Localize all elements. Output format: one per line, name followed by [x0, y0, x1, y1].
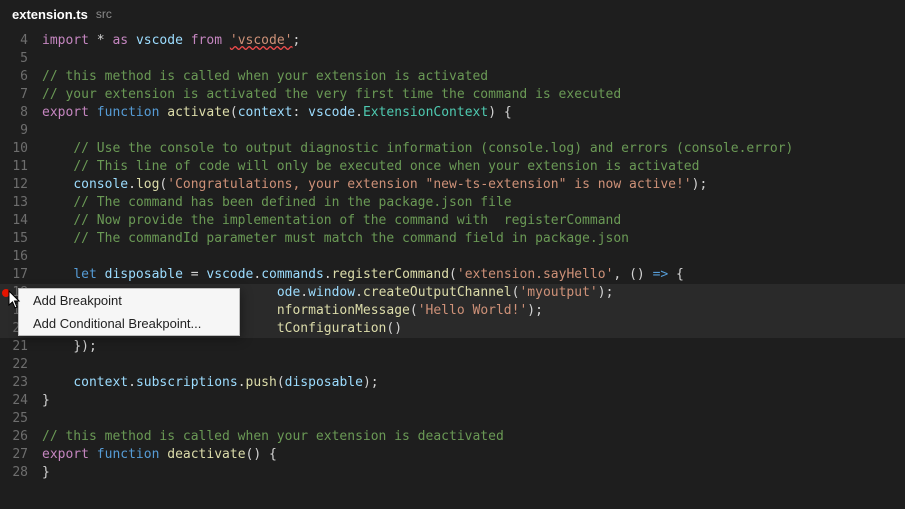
line-number[interactable]: 6 — [0, 68, 42, 86]
line-number[interactable]: 15 — [0, 230, 42, 248]
line-number[interactable]: 5 — [0, 50, 42, 68]
code-text[interactable]: } — [42, 464, 905, 482]
line-number[interactable]: 11 — [0, 158, 42, 176]
code-text[interactable]: import * as vscode from 'vscode'; — [42, 32, 905, 50]
code-text[interactable] — [42, 50, 905, 68]
code-line[interactable]: 22 — [0, 356, 905, 374]
gutter-context-menu[interactable]: Add Breakpoint Add Conditional Breakpoin… — [18, 288, 240, 336]
code-line[interactable]: 7 // your extension is activated the ver… — [0, 86, 905, 104]
code-line[interactable]: 23 context.subscriptions.push(disposable… — [0, 374, 905, 392]
line-number[interactable]: 16 — [0, 248, 42, 266]
line-number[interactable]: 27 — [0, 446, 42, 464]
code-text[interactable]: } — [42, 392, 905, 410]
code-line[interactable]: 13 // The command has been defined in th… — [0, 194, 905, 212]
line-number[interactable]: 8 — [0, 104, 42, 122]
code-text[interactable] — [42, 248, 905, 266]
line-number[interactable]: 7 — [0, 86, 42, 104]
line-number[interactable]: 23 — [0, 374, 42, 392]
breakpoint-dot-icon[interactable] — [2, 289, 10, 297]
line-number[interactable]: 4 — [0, 32, 42, 50]
menu-item-add-conditional-breakpoint[interactable]: Add Conditional Breakpoint... — [19, 312, 239, 335]
code-text[interactable]: // This line of code will only be execut… — [42, 158, 905, 176]
code-line[interactable]: 14 // Now provide the implementation of … — [0, 212, 905, 230]
code-line[interactable]: 27 export function deactivate() { — [0, 446, 905, 464]
code-text[interactable]: // your extension is activated the very … — [42, 86, 905, 104]
line-number[interactable]: 14 — [0, 212, 42, 230]
code-text[interactable]: context.subscriptions.push(disposable); — [42, 374, 905, 392]
tab-folder: src — [96, 7, 112, 21]
line-number[interactable]: 13 — [0, 194, 42, 212]
code-line[interactable]: 9 — [0, 122, 905, 140]
editor-tab-bar: extension.ts src — [0, 0, 905, 28]
code-line[interactable]: 24 } — [0, 392, 905, 410]
line-number[interactable]: 17 — [0, 266, 42, 284]
code-line[interactable]: 5 — [0, 50, 905, 68]
code-text[interactable] — [42, 356, 905, 374]
code-editor[interactable]: 4 import * as vscode from 'vscode'; 5 6 … — [0, 28, 905, 482]
code-text[interactable]: let disposable = vscode.commands.registe… — [42, 266, 905, 284]
code-line[interactable]: 12 console.log('Congratulations, your ex… — [0, 176, 905, 194]
line-number[interactable]: 26 — [0, 428, 42, 446]
code-line[interactable]: 16 — [0, 248, 905, 266]
line-number[interactable]: 28 — [0, 464, 42, 482]
code-text[interactable]: // this method is called when your exten… — [42, 68, 905, 86]
code-line[interactable]: 10 // Use the console to output diagnost… — [0, 140, 905, 158]
code-text[interactable]: export function activate(context: vscode… — [42, 104, 905, 122]
code-line[interactable]: 4 import * as vscode from 'vscode'; — [0, 32, 905, 50]
line-number[interactable]: 9 — [0, 122, 42, 140]
line-number[interactable]: 22 — [0, 356, 42, 374]
code-text[interactable]: // The commandId parameter must match th… — [42, 230, 905, 248]
code-text[interactable]: console.log('Congratulations, your exten… — [42, 176, 905, 194]
tab-filename[interactable]: extension.ts — [12, 7, 88, 22]
line-number[interactable]: 24 — [0, 392, 42, 410]
menu-item-add-breakpoint[interactable]: Add Breakpoint — [19, 289, 239, 312]
code-line[interactable]: 26 // this method is called when your ex… — [0, 428, 905, 446]
code-text[interactable] — [42, 122, 905, 140]
code-line[interactable]: 28 } — [0, 464, 905, 482]
code-text[interactable]: }); — [42, 338, 905, 356]
code-text[interactable]: export function deactivate() { — [42, 446, 905, 464]
code-line[interactable]: 8 export function activate(context: vsco… — [0, 104, 905, 122]
line-number[interactable]: 21 — [0, 338, 42, 356]
code-line[interactable]: 6 // this method is called when your ext… — [0, 68, 905, 86]
code-line[interactable]: 11 // This line of code will only be exe… — [0, 158, 905, 176]
code-text[interactable]: // this method is called when your exten… — [42, 428, 905, 446]
code-text[interactable]: // The command has been defined in the p… — [42, 194, 905, 212]
code-text[interactable]: // Use the console to output diagnostic … — [42, 140, 905, 158]
code-line[interactable]: 25 — [0, 410, 905, 428]
line-number[interactable]: 10 — [0, 140, 42, 158]
code-text[interactable]: // Now provide the implementation of the… — [42, 212, 905, 230]
line-number[interactable]: 12 — [0, 176, 42, 194]
code-line[interactable]: 15 // The commandId parameter must match… — [0, 230, 905, 248]
line-number[interactable]: 25 — [0, 410, 42, 428]
code-line[interactable]: 17 let disposable = vscode.commands.regi… — [0, 266, 905, 284]
code-text[interactable] — [42, 410, 905, 428]
code-line[interactable]: 21 }); — [0, 338, 905, 356]
